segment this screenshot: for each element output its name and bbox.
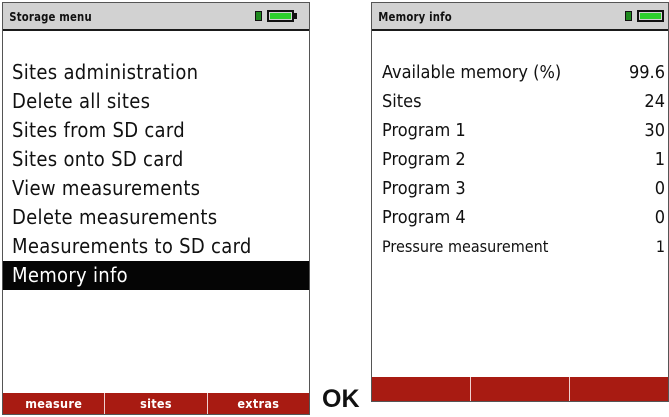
storage-menu-screen: Storage menu Sites administration Delete…: [2, 2, 310, 415]
menu-item-delete-all-sites[interactable]: Delete all sites: [3, 87, 309, 116]
info-row-program-2: Program 2 1: [372, 145, 668, 174]
info-row-program-1: Program 1 30: [372, 116, 668, 145]
info-label: Program 1: [382, 120, 466, 141]
menu-item-delete-measurements[interactable]: Delete measurements: [3, 203, 309, 232]
info-value: 1: [655, 237, 665, 256]
info-row-program-4: Program 4 0: [372, 203, 668, 232]
info-value: 24: [644, 91, 665, 112]
battery-full-icon: [625, 10, 664, 22]
screen-title: Memory info: [378, 8, 452, 24]
info-row-program-3: Program 3 0: [372, 174, 668, 203]
info-label: Available memory (%): [382, 62, 562, 83]
info-row-available-memory: Available memory (%) 99.6: [372, 58, 668, 87]
softkey-sites[interactable]: sites: [105, 393, 208, 414]
menu-item-measurements-to-sd-card[interactable]: Measurements to SD card: [3, 232, 309, 261]
softkey-bar: [372, 377, 668, 401]
info-row-sites: Sites 24: [372, 87, 668, 116]
menu-item-sites-onto-sd-card[interactable]: Sites onto SD card: [3, 145, 309, 174]
memory-info-screen: Memory info Available memory (%) 99.6 Si…: [371, 2, 669, 402]
softkey-middle[interactable]: [471, 377, 570, 401]
info-label: Sites: [382, 91, 422, 112]
menu-item-sites-from-sd-card[interactable]: Sites from SD card: [3, 116, 309, 145]
power-indicator-icon: [625, 11, 632, 21]
ok-label: OK: [322, 385, 360, 413]
info-row-pressure-measurement: Pressure measurement 1: [372, 232, 668, 261]
menu-item-view-measurements[interactable]: View measurements: [3, 174, 309, 203]
info-value: 30: [644, 120, 665, 141]
softkey-measure[interactable]: measure: [3, 393, 106, 414]
softkey-bar: measure sites extras: [3, 393, 309, 414]
info-label: Program 3: [382, 178, 466, 199]
storage-menu-list: Sites administration Delete all sites Si…: [3, 58, 309, 290]
info-value: 0: [654, 178, 665, 199]
info-value: 1: [654, 149, 665, 170]
title-bar: Memory info: [372, 3, 668, 31]
info-label: Pressure measurement: [382, 237, 549, 256]
menu-item-sites-administration[interactable]: Sites administration: [3, 58, 309, 87]
softkey-left[interactable]: [372, 377, 471, 401]
info-label: Program 2: [382, 149, 466, 170]
menu-item-memory-info[interactable]: Memory info: [3, 261, 309, 290]
softkey-extras[interactable]: extras: [208, 393, 309, 414]
screen-title: Storage menu: [9, 8, 92, 24]
info-value: 99.6: [628, 62, 665, 83]
title-bar: Storage menu: [3, 3, 309, 31]
info-value: 0: [654, 207, 665, 228]
battery-full-icon: [255, 10, 297, 22]
softkey-right[interactable]: [570, 377, 668, 401]
memory-info-list: Available memory (%) 99.6 Sites 24 Progr…: [372, 58, 668, 261]
info-label: Program 4: [382, 207, 466, 228]
power-indicator-icon: [255, 11, 262, 21]
